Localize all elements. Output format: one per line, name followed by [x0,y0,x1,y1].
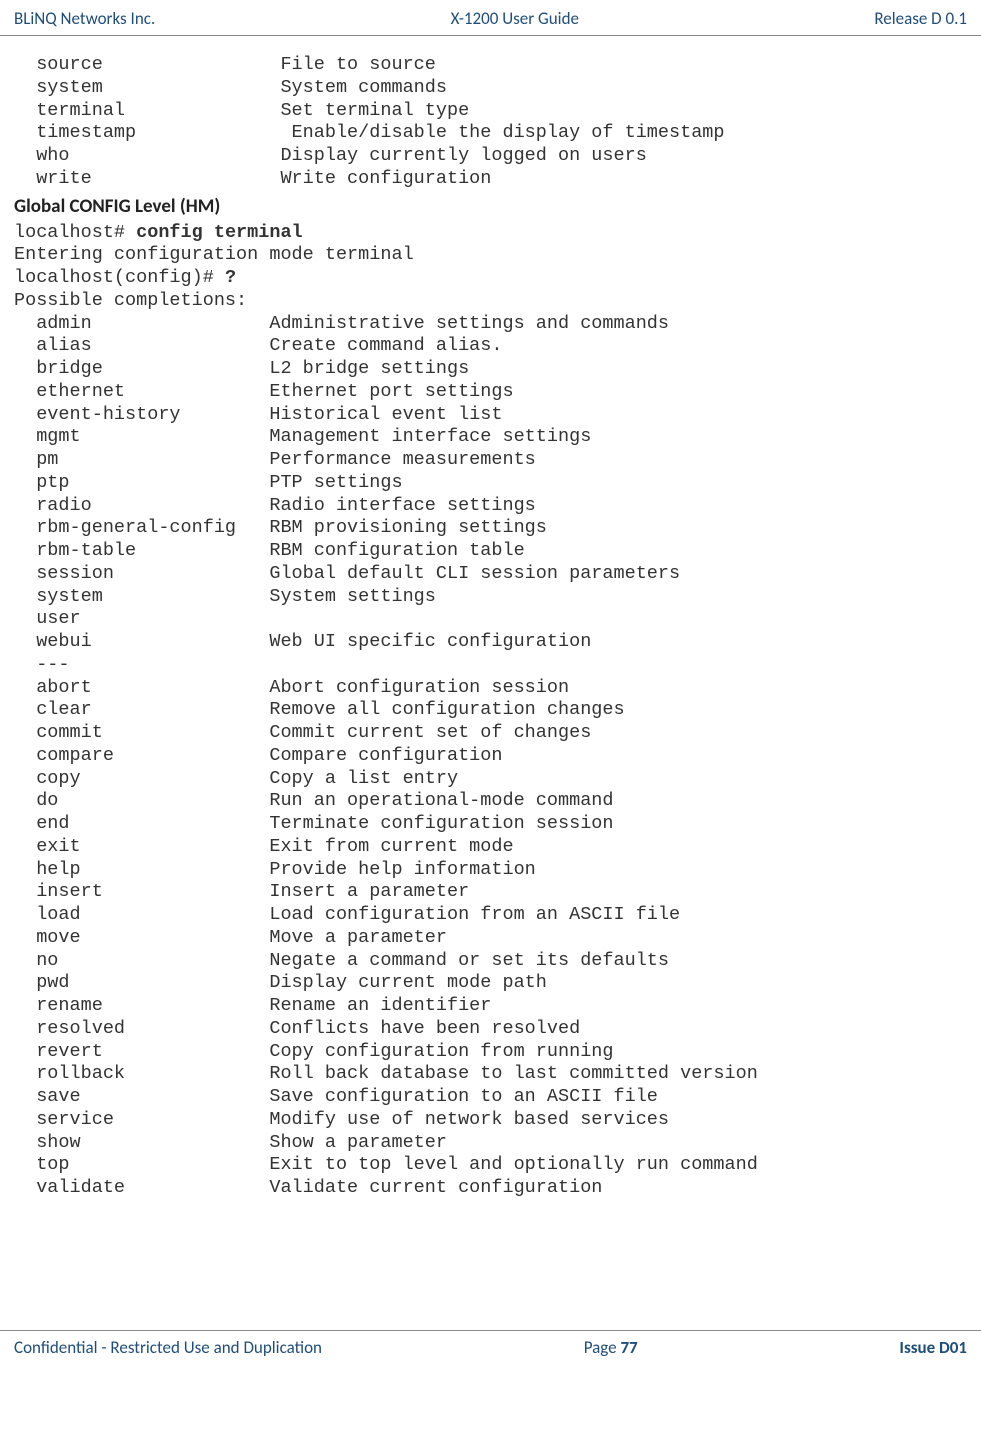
prompt-2-prefix: localhost(config)# [14,267,225,288]
config-row-session: session Global default CLI session param… [14,563,967,586]
config-row-clear: clear Remove all configuration changes [14,699,967,722]
section-heading: Global CONFIG Level (HM) [14,195,967,218]
page-footer: Confidential - Restricted Use and Duplic… [0,1330,981,1368]
config-row-rbm-table: rbm-table RBM configuration table [14,540,967,563]
top-command-block: source File to source system System comm… [14,54,967,191]
header-right: Release D 0.1 [874,8,967,29]
footer-left: Confidential - Restricted Use and Duplic… [14,1337,322,1358]
config-row-insert: insert Insert a parameter [14,881,967,904]
config-row-load: load Load configuration from an ASCII fi… [14,904,967,927]
top-row-source: source File to source [14,54,967,77]
config-row-ethernet: ethernet Ethernet port settings [14,381,967,404]
config-row-ptp: ptp PTP settings [14,472,967,495]
prompt-1-command: config terminal [136,222,303,243]
config-row-revert: revert Copy configuration from running [14,1041,967,1064]
config-row-exit: exit Exit from current mode [14,836,967,859]
config-row-event-history: event-history Historical event list [14,404,967,427]
config-row-alias: alias Create command alias. [14,335,967,358]
line-entering-config: Entering configuration mode terminal [14,244,414,265]
config-row-rollback: rollback Roll back database to last comm… [14,1063,967,1086]
config-row-help: help Provide help information [14,859,967,882]
config-terminal-block: localhost# config terminal Entering conf… [14,222,967,313]
config-command-list: admin Administrative settings and comman… [14,313,967,1200]
config-row-no: no Negate a command or set its defaults [14,950,967,973]
top-row-system: system System commands [14,77,967,100]
footer-page-number: Page 77 [584,1337,638,1358]
config-row-rbm-general-config: rbm-general-config RBM provisioning sett… [14,517,967,540]
top-row-who: who Display currently logged on users [14,145,967,168]
config-row-resolved: resolved Conflicts have been resolved [14,1018,967,1041]
config-row-copy: copy Copy a list entry [14,768,967,791]
header-left: BLiNQ Networks Inc. [14,8,155,29]
document-page: BLiNQ Networks Inc. X-1200 User Guide Re… [0,0,981,1368]
config-row-do: do Run an operational-mode command [14,790,967,813]
config-row-pwd: pwd Display current mode path [14,972,967,995]
config-row-system: system System settings [14,586,967,609]
config-row-bridge: bridge L2 bridge settings [14,358,967,381]
config-row-top: top Exit to top level and optionally run… [14,1154,967,1177]
top-row-timestamp: timestamp Enable/disable the display of … [14,122,967,145]
config-row-validate: validate Validate current configuration [14,1177,967,1200]
config-row-commit: commit Commit current set of changes [14,722,967,745]
config-row-user: user [14,608,967,631]
config-row-abort: abort Abort configuration session [14,677,967,700]
config-row-radio: radio Radio interface settings [14,495,967,518]
config-row-rename: rename Rename an identifier [14,995,967,1018]
possible-completions-label: Possible completions: [14,290,247,311]
footer-right: Issue D01 [899,1337,967,1358]
top-row-terminal: terminal Set terminal type [14,100,967,123]
page-header: BLiNQ Networks Inc. X-1200 User Guide Re… [0,0,981,36]
config-row-mgmt: mgmt Management interface settings [14,426,967,449]
header-center: X-1200 User Guide [451,8,579,29]
config-row-show: show Show a parameter [14,1132,967,1155]
footer-page-label: Page [584,1337,621,1358]
config-row-webui: webui Web UI specific configuration [14,631,967,654]
footer-page-value: 77 [620,1337,637,1358]
config-row-pm: pm Performance measurements [14,449,967,472]
config-row----: --- [14,654,967,677]
top-row-write: write Write configuration [14,168,967,191]
prompt-2-command: ? [225,267,236,288]
page-content: source File to source system System comm… [0,36,981,1200]
config-row-service: service Modify use of network based serv… [14,1109,967,1132]
prompt-1-prefix: localhost# [14,222,136,243]
config-row-move: move Move a parameter [14,927,967,950]
config-row-save: save Save configuration to an ASCII file [14,1086,967,1109]
config-row-admin: admin Administrative settings and comman… [14,313,967,336]
config-row-end: end Terminate configuration session [14,813,967,836]
config-row-compare: compare Compare configuration [14,745,967,768]
